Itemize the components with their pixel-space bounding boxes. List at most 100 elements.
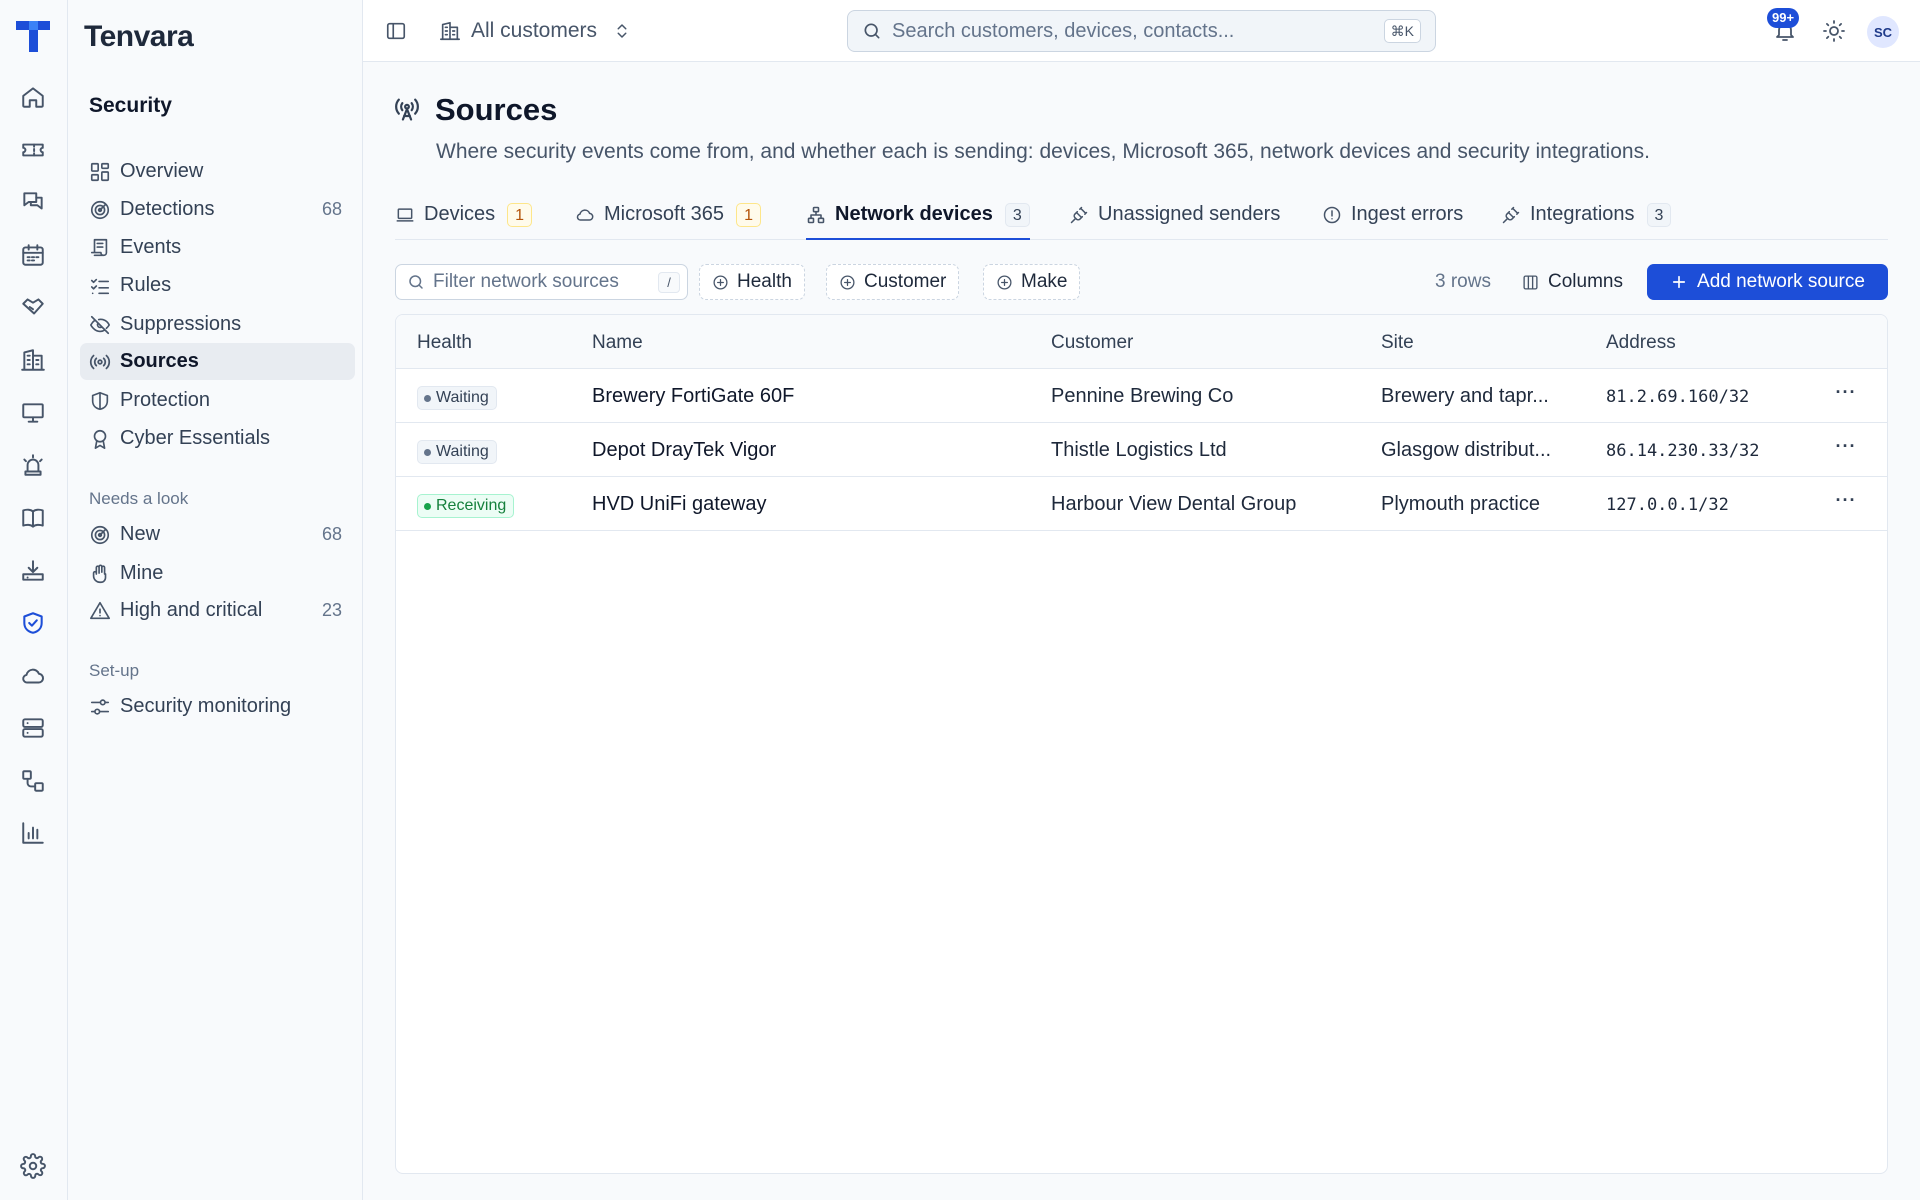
sliders-icon [89,696,111,718]
sidebar-toggle-icon[interactable] [385,20,407,42]
tab-microsoft-365[interactable]: Microsoft 365 1 [575,196,761,240]
ticket-icon[interactable] [20,137,46,163]
shield-check-icon[interactable] [20,610,46,636]
status-dot [424,394,431,402]
tab-count: 3 [1646,203,1672,227]
address: 81.2.69.160/32 [1606,387,1750,407]
sidebar-item-sources[interactable]: Sources [80,343,355,380]
search-icon [862,21,882,41]
plus-icon [1670,273,1688,291]
server-icon[interactable] [20,715,46,741]
column-header-customer[interactable]: Customer [1051,332,1133,354]
download-tray-icon[interactable] [20,558,46,584]
sidebar-item-label: Security monitoring [120,695,292,717]
filter-box[interactable]: / [395,264,688,300]
sidebar-item-mine[interactable]: Mine [80,555,355,592]
laptop-icon [395,205,415,225]
sidebar-item-new[interactable]: New 68 [80,516,355,553]
table-header: Health Name Customer Site Address [396,315,1887,369]
alert-circle-icon [1322,205,1342,225]
home-icon[interactable] [20,84,46,110]
sidebar-item-protection[interactable]: Protection [80,382,355,419]
sidebar-item-high-and-critical[interactable]: High and critical 23 [80,592,355,629]
row-more-menu-icon[interactable]: ··· [1832,437,1860,461]
alert-triangle-icon [89,600,111,622]
make-filter-chip[interactable]: Make [983,264,1081,300]
sidebar-item-suppressions[interactable]: Suppressions [80,306,355,343]
chip-label: Health [737,271,792,292]
bar-chart-icon[interactable] [20,820,46,846]
calendar-icon[interactable] [20,242,46,268]
table-row[interactable]: Waiting Brewery FortiGate 60F Pennine Br… [396,369,1887,423]
table-row[interactable]: Receiving HVD UniFi gateway Harbour View… [396,477,1887,531]
network-icon [806,205,826,225]
customer-scope-label: All customers [471,19,598,42]
filter-shortcut: / [658,272,680,293]
sidebar-item-count: 68 [321,524,342,544]
tab-devices[interactable]: Devices 1 [395,196,533,240]
health-filter-chip[interactable]: Health [699,264,805,300]
sidebar-item-events[interactable]: Events [80,229,355,266]
sidebar-item-label: New [120,523,161,545]
sidebar-item-label: Detections [120,198,215,220]
tab-network-devices[interactable]: Network devices 3 [806,196,1030,240]
sidebar-item-overview[interactable]: Overview [80,153,355,190]
tenvara-logo-icon[interactable] [14,18,52,54]
status-label: Receiving [436,497,507,514]
cloud-icon[interactable] [20,663,46,689]
tab-integrations[interactable]: Integrations 3 [1501,196,1672,240]
columns-button[interactable]: Columns [1522,264,1623,300]
tab-unassigned-senders[interactable]: Unassigned senders [1069,196,1280,240]
avatar[interactable]: SC [1867,16,1899,48]
sidebar-item-detections[interactable]: Detections 68 [80,191,355,228]
award-icon [89,428,111,450]
workflow-icon[interactable] [20,768,46,794]
sidebar-item-cyber-essentials[interactable]: Cyber Essentials [80,420,355,457]
handshake-icon[interactable] [20,294,46,320]
tab-count: 3 [1004,203,1030,227]
tab-label: Network devices [835,203,993,225]
site-name: Glasgow distribut... [1381,439,1552,461]
customer-name: Pennine Brewing Co [1051,385,1234,407]
tab-label: Microsoft 365 [604,203,725,225]
columns-label: Columns [1548,271,1623,292]
building-icon[interactable] [20,347,46,373]
column-header-address[interactable]: Address [1606,332,1676,354]
sidebar-item-security-monitoring[interactable]: Security monitoring [80,688,355,725]
hand-icon [89,563,111,585]
eye-off-icon [89,314,111,336]
address: 86.14.230.33/32 [1606,441,1760,461]
customer-filter-chip[interactable]: Customer [826,264,960,300]
plug-icon [1069,205,1089,225]
radio-icon [89,351,111,373]
sidebar-item-rules[interactable]: Rules [80,267,355,304]
tab-label: Unassigned senders [1098,203,1281,225]
source-name[interactable]: Depot DrayTek Vigor [592,439,776,462]
status-dot [424,502,431,510]
source-name[interactable]: HVD UniFi gateway [592,493,767,516]
siren-icon[interactable] [20,452,46,478]
column-header-name[interactable]: Name [592,332,643,354]
sun-icon[interactable] [1822,19,1846,43]
table-row[interactable]: Waiting Depot DrayTek Vigor Thistle Logi… [396,423,1887,477]
sidebar-item-label: Protection [120,389,211,411]
book-icon[interactable] [20,505,46,531]
global-search[interactable]: ⌘K [847,10,1436,52]
needs-a-look-label: Needs a look [89,489,189,508]
tab-ingest-errors[interactable]: Ingest errors [1322,196,1463,240]
settings-gear-icon[interactable] [20,1153,46,1179]
monitor-icon[interactable] [20,400,46,426]
source-name[interactable]: Brewery FortiGate 60F [592,385,794,408]
messages-icon[interactable] [20,189,46,215]
row-more-menu-icon[interactable]: ··· [1832,491,1860,515]
sidebar-item-label: Rules [120,274,172,296]
column-header-site[interactable]: Site [1381,332,1414,354]
search-shortcut: ⌘K [1383,19,1421,43]
customer-scope-selector[interactable]: All customers [439,16,631,46]
tab-label: Integrations [1530,203,1635,225]
filter-input[interactable] [433,271,658,293]
row-more-menu-icon[interactable]: ··· [1832,383,1860,407]
column-header-health[interactable]: Health [417,332,472,354]
add-network-source-button[interactable]: Add network source [1647,264,1888,300]
search-input[interactable] [892,19,1372,43]
